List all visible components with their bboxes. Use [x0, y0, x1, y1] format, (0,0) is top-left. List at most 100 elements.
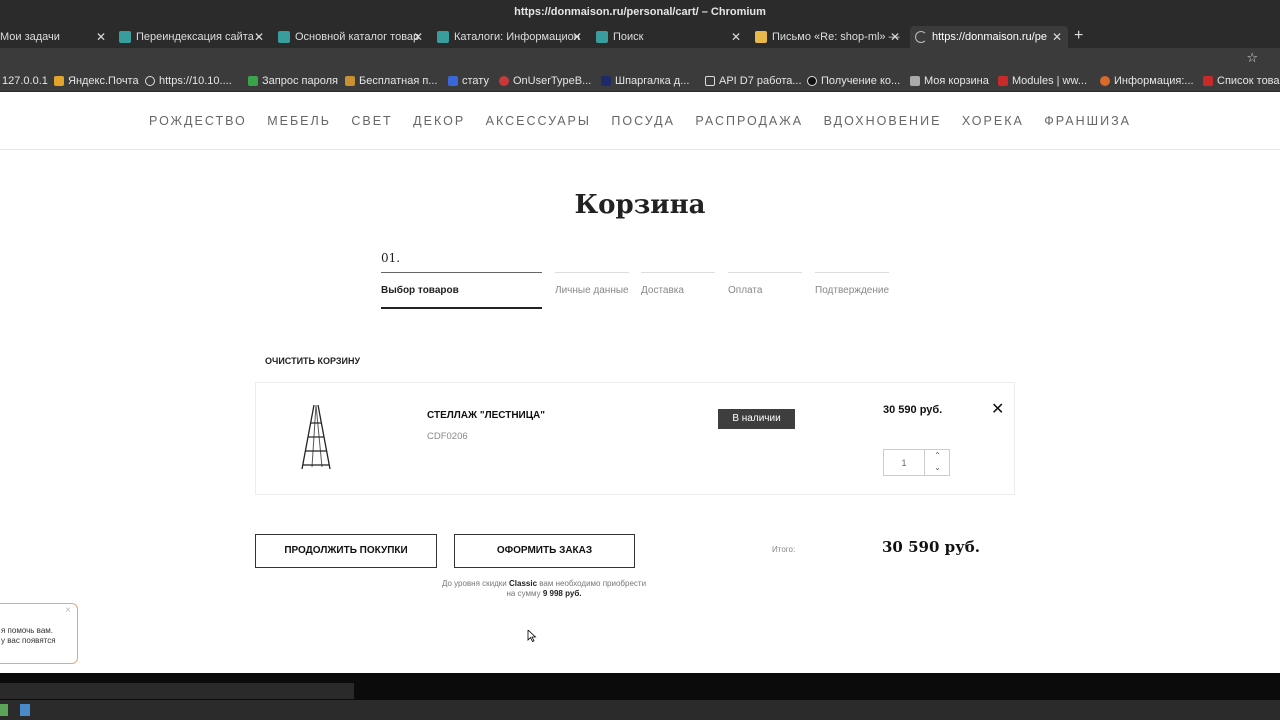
bookmark-item[interactable]: стату	[448, 70, 489, 92]
github-icon	[807, 76, 817, 86]
nav-item[interactable]: СВЕТ	[351, 92, 392, 150]
bookmark-item[interactable]: Яндекс.Почта	[54, 70, 139, 92]
tab-reindex[interactable]: Переиндексация сайта - ✕	[114, 26, 270, 48]
step-delivery[interactable]: Доставка	[641, 272, 715, 296]
mail-icon	[755, 31, 767, 43]
window-title: https://donmaison.ru/personal/cart/ – Ch…	[0, 0, 1280, 24]
nav-item[interactable]: ПОСУДА	[611, 92, 675, 150]
main-nav: РОЖДЕСТВО МЕБЕЛЬ СВЕТ ДЕКОР АКСЕССУАРЫ П…	[0, 92, 1280, 150]
loading-icon	[915, 31, 927, 43]
bookmark-icon	[998, 76, 1008, 86]
tab-close-icon[interactable]: ✕	[254, 26, 264, 48]
tab-label: Основной каталог товар	[295, 31, 420, 43]
tab-close-icon[interactable]: ✕	[731, 26, 741, 48]
bitrix-icon	[119, 31, 131, 43]
tab-catalogs-info[interactable]: Каталоги: Информацион ✕	[432, 26, 588, 48]
bookmark-item[interactable]: 127.0.0.1	[0, 70, 48, 92]
shield-icon	[448, 76, 458, 86]
nav-item[interactable]: АКСЕССУАРЫ	[486, 92, 591, 150]
mail-icon	[54, 76, 64, 86]
tab-label: Письмо «Re: shop-ml» —	[772, 31, 900, 43]
step-confirmation[interactable]: Подтверждение	[815, 272, 889, 296]
bookmark-item[interactable]: Запрос пароля	[248, 70, 338, 92]
product-image[interactable]	[286, 403, 346, 473]
tab-search[interactable]: Поиск ✕	[591, 26, 747, 48]
total-label: Итого:	[772, 545, 796, 554]
step-select-items[interactable]: Выбор товаров	[381, 272, 542, 309]
tab-label: Мои задачи	[0, 31, 60, 43]
nav-item[interactable]: ДЕКОР	[413, 92, 465, 150]
bookmark-item[interactable]: Моя корзина	[910, 70, 989, 92]
tab-label: https://donmaison.ru/pe	[932, 31, 1047, 43]
tab-mail[interactable]: Письмо «Re: shop-ml» — ✕	[750, 26, 906, 48]
tab-close-icon[interactable]: ✕	[96, 26, 106, 48]
product-name[interactable]: Стеллаж "Лестница"	[427, 410, 545, 421]
nav-item[interactable]: ВДОХНОВЕНИЕ	[824, 92, 942, 150]
tab-catalog[interactable]: Основной каталог товар ✕	[273, 26, 429, 48]
checkout-button[interactable]: Оформить заказ	[454, 534, 635, 568]
bookmark-item[interactable]: OnUserTypeB...	[499, 70, 591, 92]
close-icon[interactable]: ×	[65, 606, 71, 616]
nav-item[interactable]: РАСПРОДАЖА	[695, 92, 803, 150]
chevron-down-icon[interactable]: ⌄	[925, 462, 950, 474]
bitrix-icon	[596, 31, 608, 43]
bookmark-item[interactable]: Получение ко...	[807, 70, 900, 92]
step-personal-data[interactable]: Личные данные	[555, 272, 629, 296]
tab-strip: Мои задачи ✕ Переиндексация сайта - ✕ Ос…	[0, 24, 1280, 48]
mouse-cursor-icon	[527, 630, 537, 642]
tab-label: Переиндексация сайта -	[136, 31, 261, 43]
step-payment[interactable]: Оплата	[728, 272, 802, 296]
bookmarks-bar: 127.0.0.1 Яндекс.Почта https://10.10....…	[0, 70, 1280, 92]
bookmark-item[interactable]: API D7 работа...	[705, 70, 802, 92]
checkout-steps: Выбор товаров Личные данные Доставка Опл…	[381, 272, 891, 312]
app-icon[interactable]	[20, 704, 30, 716]
bookmark-item[interactable]: Список товар	[1203, 70, 1280, 92]
new-tab-button[interactable]: +	[1074, 24, 1083, 48]
address-bar[interactable]: ☆	[0, 48, 1280, 70]
bookmark-icon	[499, 76, 509, 86]
tab-close-icon[interactable]: ✕	[572, 26, 582, 48]
bookmark-item[interactable]: Информация:...	[1100, 70, 1194, 92]
cart-item: Стеллаж "Лестница" CDF0206 В наличии 30 …	[255, 382, 1015, 495]
globe-icon	[145, 76, 155, 86]
bookmark-star-icon[interactable]: ☆	[1246, 50, 1258, 66]
quantity-stepper: ⌃ ⌄	[883, 449, 950, 476]
remove-item-icon[interactable]: ✕	[991, 399, 1004, 419]
page-content: РОЖДЕСТВО МЕБЕЛЬ СВЕТ ДЕКОР АКСЕССУАРЫ П…	[0, 92, 1280, 673]
bookmark-item[interactable]: Шпаргалка д...	[601, 70, 689, 92]
bitrix-icon	[278, 31, 290, 43]
bookmark-icon	[1203, 76, 1213, 86]
tab-close-icon[interactable]: ✕	[890, 26, 900, 48]
tab-label: Каталоги: Информацион	[454, 31, 580, 43]
quantity-input[interactable]	[884, 450, 924, 475]
status-bar	[0, 683, 354, 699]
bookmark-item[interactable]: https://10.10....	[145, 70, 232, 92]
nav-item[interactable]: МЕБЕЛЬ	[267, 92, 331, 150]
tab-label: Поиск	[613, 31, 644, 43]
stock-badge: В наличии	[718, 409, 795, 429]
bookmark-icon	[345, 76, 355, 86]
continue-shopping-button[interactable]: Продолжить покупки	[255, 534, 437, 568]
bookmark-icon	[601, 76, 611, 86]
page-title: Корзина	[574, 190, 706, 220]
tab-close-icon[interactable]: ✕	[1052, 26, 1062, 48]
clear-cart-link[interactable]: Очистить корзину	[265, 356, 360, 366]
tab-my-tasks[interactable]: Мои задачи ✕	[0, 26, 112, 48]
tab-close-icon[interactable]: ✕	[413, 26, 423, 48]
discount-notice: До уровня скидки Classic вам необходимо …	[441, 579, 647, 598]
bitrix-icon	[437, 31, 449, 43]
item-price: 30 590 руб.	[883, 404, 943, 416]
chat-popup[interactable]: × я помочь вам. у вас появятся	[0, 603, 78, 664]
tab-cart-active[interactable]: https://donmaison.ru/pe ✕	[910, 26, 1068, 48]
app-icon[interactable]	[0, 704, 8, 716]
key-icon	[248, 76, 258, 86]
bookmark-icon	[910, 76, 920, 86]
nav-item[interactable]: РОЖДЕСТВО	[149, 92, 247, 150]
nav-item[interactable]: ХОРЕКА	[962, 92, 1024, 150]
step-number: 01.	[381, 251, 401, 265]
chevron-up-icon[interactable]: ⌃	[925, 450, 950, 462]
nav-item[interactable]: ФРАНШИЗА	[1044, 92, 1131, 150]
bookmark-item[interactable]: Бесплатная п...	[345, 70, 437, 92]
bookmark-item[interactable]: Modules | ww...	[998, 70, 1087, 92]
total-value: 30 590 руб.	[882, 538, 980, 556]
